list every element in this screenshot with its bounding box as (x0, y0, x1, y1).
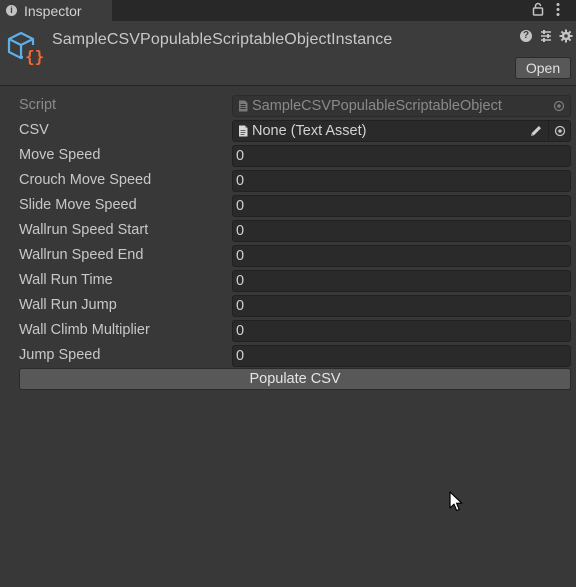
wall-run-jump-label: Wall Run Jump (19, 297, 117, 313)
wallrun-speed-end-row: Wallrun Speed End 0 (0, 243, 576, 268)
inspector-header: {} SampleCSVPopulableScriptableObjectIns… (0, 21, 576, 86)
open-button[interactable]: Open (515, 57, 571, 79)
wall-climb-multiplier-input[interactable]: 0 (232, 320, 571, 342)
wall-run-jump-input[interactable]: 0 (232, 295, 571, 317)
script-file-icon (239, 100, 248, 112)
csv-field[interactable]: None (Text Asset) (232, 120, 571, 142)
help-icon[interactable]: ? (520, 30, 532, 42)
wallrun-speed-end-input[interactable]: 0 (232, 245, 571, 267)
script-row: Script SampleCSVPopulableScriptableObjec… (0, 93, 576, 118)
tab-bar: i Inspector (0, 0, 576, 21)
jump-speed-row: Jump Speed 0 (0, 343, 576, 368)
jump-speed-input[interactable]: 0 (232, 345, 571, 367)
wall-climb-multiplier-row: Wall Climb Multiplier 0 (0, 318, 576, 343)
wallrun-speed-end-label: Wallrun Speed End (19, 247, 144, 263)
asset-name: SampleCSVPopulableScriptableObjectInstan… (52, 31, 393, 48)
pencil-icon[interactable] (529, 124, 543, 138)
crouch-move-speed-input[interactable]: 0 (232, 170, 571, 192)
crouch-move-speed-row: Crouch Move Speed 0 (0, 168, 576, 193)
csv-value: None (Text Asset) (252, 123, 367, 139)
mouse-cursor-icon (449, 491, 463, 512)
tab-title: Inspector (24, 2, 82, 19)
jump-speed-label: Jump Speed (19, 347, 101, 363)
scriptable-object-icon: {} (7, 31, 44, 66)
kebab-menu-icon[interactable] (554, 2, 562, 17)
object-picker-icon (548, 96, 570, 116)
wall-run-time-input[interactable]: 0 (232, 270, 571, 292)
info-icon: i (6, 5, 17, 16)
text-asset-icon (239, 125, 248, 137)
gear-icon[interactable] (559, 29, 573, 43)
csv-row: CSV None (Text Asset) (0, 118, 576, 143)
move-speed-input[interactable]: 0 (232, 145, 571, 167)
script-value: SampleCSVPopulableScriptableObject (252, 98, 502, 114)
wallrun-speed-start-input[interactable]: 0 (232, 220, 571, 242)
script-label: Script (19, 97, 57, 113)
script-field: SampleCSVPopulableScriptableObject (232, 95, 571, 117)
populate-csv-button[interactable]: Populate CSV (19, 368, 571, 390)
slide-move-speed-row: Slide Move Speed 0 (0, 193, 576, 218)
slide-move-speed-label: Slide Move Speed (19, 197, 137, 213)
lock-icon[interactable] (532, 2, 544, 16)
wall-climb-multiplier-label: Wall Climb Multiplier (19, 322, 150, 338)
wall-run-time-label: Wall Run Time (19, 272, 113, 288)
move-speed-row: Move Speed 0 (0, 143, 576, 168)
wallrun-speed-start-label: Wallrun Speed Start (19, 222, 149, 238)
wallrun-speed-start-row: Wallrun Speed Start 0 (0, 218, 576, 243)
svg-text:{}: {} (25, 47, 44, 66)
csv-label: CSV (19, 122, 49, 138)
crouch-move-speed-label: Crouch Move Speed (19, 172, 152, 188)
presets-icon[interactable] (539, 29, 553, 43)
wall-run-time-row: Wall Run Time 0 (0, 268, 576, 293)
move-speed-label: Move Speed (19, 147, 101, 163)
object-picker-icon[interactable] (548, 121, 570, 141)
inspector-tab[interactable]: i Inspector (0, 0, 112, 21)
slide-move-speed-input[interactable]: 0 (232, 195, 571, 217)
wall-run-jump-row: Wall Run Jump 0 (0, 293, 576, 318)
